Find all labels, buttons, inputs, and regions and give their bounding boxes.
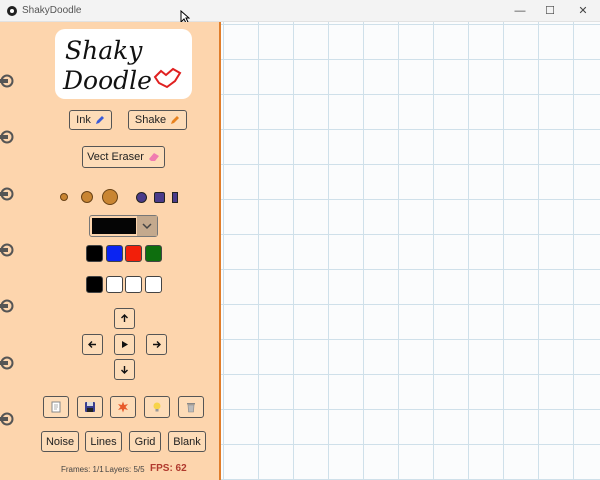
palette-swatch-red[interactable] [125, 245, 142, 262]
arrow-up-icon [121, 314, 128, 322]
logo-line-1: Shaky [65, 36, 143, 65]
vect-eraser-label: Vect Eraser [87, 151, 144, 163]
palette-swatch-green[interactable] [145, 245, 162, 262]
brush-size-large[interactable] [102, 189, 118, 205]
burst-button[interactable] [110, 396, 136, 418]
arrow-left-icon [88, 341, 96, 348]
trash-icon [187, 403, 195, 413]
window-title: ShakyDoodle [22, 5, 82, 16]
move-right-button[interactable] [146, 334, 167, 355]
noise-background-button[interactable]: Noise [41, 431, 79, 452]
recent-swatch-2[interactable] [106, 276, 123, 293]
arrow-down-icon [121, 366, 128, 374]
binder-ring-icon [0, 356, 14, 370]
recent-swatch-4[interactable] [145, 276, 162, 293]
shake-button-label: Shake [134, 114, 167, 126]
app-logo: Shaky Doodle [55, 29, 192, 99]
eraser-icon [148, 153, 159, 161]
fps-counter: FPS: 62 [150, 463, 187, 474]
color-picker-dropdown[interactable] [89, 215, 158, 237]
recent-swatch-1[interactable] [86, 276, 103, 293]
shake-button[interactable]: Shake [128, 110, 187, 130]
lines-background-button[interactable]: Lines [85, 431, 122, 452]
lightbulb-icon [153, 402, 161, 412]
ink-button-label: Ink [76, 114, 91, 126]
binder-ring-icon [0, 243, 14, 257]
title-bar: ShakyDoodle — ☐ ✕ [0, 0, 600, 22]
play-icon [122, 341, 128, 348]
arrow-right-icon [153, 341, 161, 348]
brush-shape-circle[interactable] [136, 192, 147, 203]
burst-icon [118, 401, 128, 413]
play-button[interactable] [114, 334, 135, 355]
brush-size-medium[interactable] [81, 191, 93, 203]
move-down-button[interactable] [114, 359, 135, 380]
save-icon [85, 402, 95, 412]
binder-ring-icon [0, 299, 14, 313]
ink-button[interactable]: Ink [69, 110, 112, 130]
grid-background-button[interactable]: Grid [129, 431, 161, 452]
palette-swatch-black[interactable] [86, 245, 103, 262]
pen-icon [95, 116, 104, 124]
close-button[interactable]: ✕ [566, 0, 600, 22]
binder-ring-icon [0, 130, 14, 144]
chevron-down-icon [142, 223, 152, 230]
current-color-preview [92, 218, 136, 234]
vect-eraser-button[interactable]: Vect Eraser [82, 146, 165, 168]
layers-counter: Layers: 5/5 [105, 465, 145, 474]
binder-ring-icon [0, 74, 14, 88]
palette-swatch-blue[interactable] [106, 245, 123, 262]
lightbulb-button[interactable] [144, 396, 170, 418]
brush-size-small[interactable] [60, 193, 68, 201]
app-icon [7, 6, 17, 16]
binder-ring-icon [0, 187, 14, 201]
blank-background-button[interactable]: Blank [168, 431, 206, 452]
trash-button[interactable] [178, 396, 204, 418]
move-left-button[interactable] [82, 334, 103, 355]
logo-drawing: Shaky Doodle [62, 36, 182, 95]
dropdown-arrow[interactable] [137, 216, 157, 236]
maximize-button[interactable]: ☐ [533, 0, 567, 22]
binder-ring-icon [0, 412, 14, 426]
sidebar-panel: Shaky Doodle Ink Shake Vect Eraser Noise… [0, 22, 219, 480]
recent-swatch-3[interactable] [125, 276, 142, 293]
new-page-icon [51, 401, 61, 413]
move-up-button[interactable] [114, 308, 135, 329]
brush-shape-square[interactable] [154, 192, 165, 203]
frames-counter: Frames: 1/1 [61, 465, 104, 474]
drawing-canvas[interactable] [221, 22, 600, 480]
minimize-button[interactable]: — [503, 0, 537, 22]
new-page-button[interactable] [43, 396, 69, 418]
pencil-icon [171, 116, 180, 124]
save-button[interactable] [77, 396, 103, 418]
brush-shape-rectangle[interactable] [172, 192, 178, 203]
logo-line-2: Doodle [62, 66, 152, 95]
